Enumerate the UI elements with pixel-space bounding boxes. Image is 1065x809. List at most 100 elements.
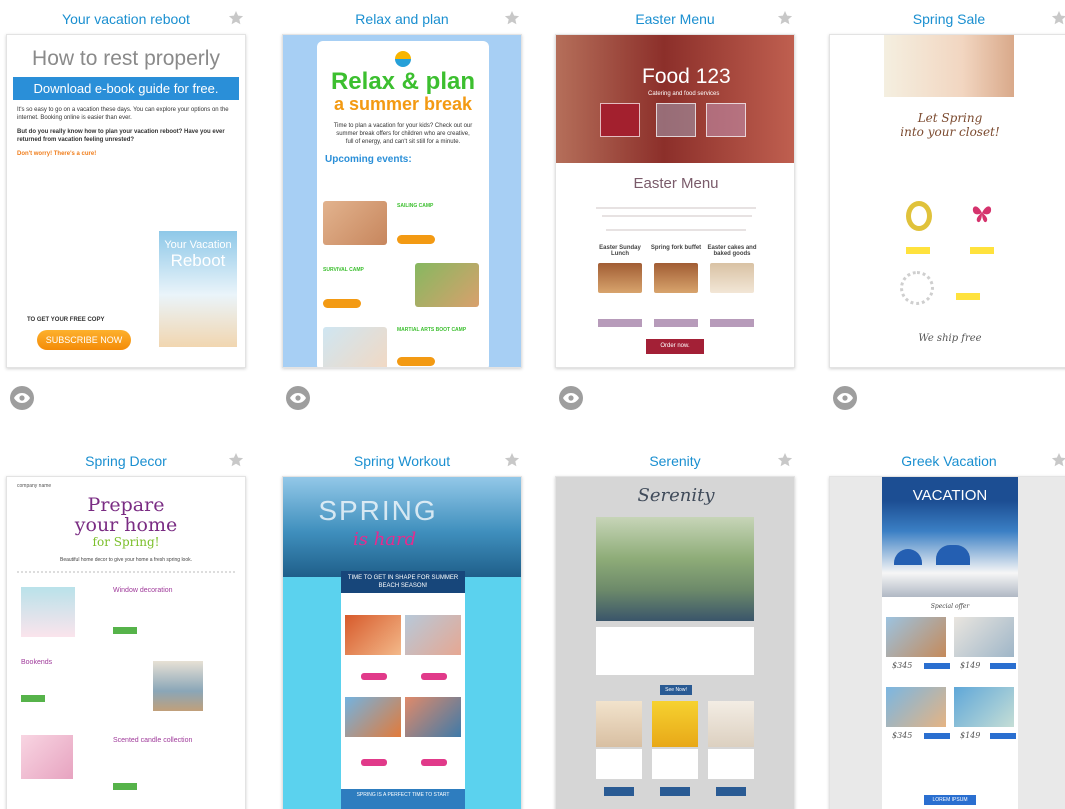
template-title[interactable]: Spring Decor: [6, 450, 246, 476]
template-title[interactable]: Your vacation reboot: [6, 8, 246, 34]
template-title[interactable]: Easter Menu: [555, 8, 795, 34]
thumb-photo: [954, 687, 1014, 727]
template-thumbnail[interactable]: SPRING is hard TIME TO GET IN SHAPE FOR …: [282, 476, 522, 809]
thumb-photo: [652, 701, 698, 747]
thumb-photo: [345, 697, 401, 737]
thumb-photo: [21, 587, 75, 637]
template-title[interactable]: Serenity: [555, 450, 795, 476]
star-icon[interactable]: [504, 10, 520, 26]
section-title: Bookends: [21, 659, 53, 666]
thumb-button: SUBSCRIBE NOW: [37, 330, 131, 350]
thumb-banner: TIME TO GET IN SHAPE FOR SUMMER BEACH SE…: [341, 571, 465, 593]
thumb-text: TO GET YOUR FREE COPY: [27, 317, 105, 323]
thumb-price: $149: [960, 731, 981, 740]
section-title: Scented candle collection: [113, 737, 193, 744]
thumb-product-ring: [906, 201, 932, 231]
template-thumbnail[interactable]: Serenity See Now!: [555, 476, 795, 809]
thumb-button: [421, 673, 447, 680]
eye-icon: [290, 393, 306, 403]
headline-line: into your closet!: [900, 125, 1000, 139]
preview-button[interactable]: [286, 386, 310, 410]
thumb-button: [604, 787, 634, 796]
thumb-subheading: Upcoming events:: [325, 154, 412, 165]
preview-button[interactable]: [833, 386, 857, 410]
thumb-hero-image: Food 123 Catering and food services: [556, 35, 794, 163]
thumb-text: MARTIAL ARTS BOOT CAMP: [397, 327, 477, 333]
thumb-photo: [153, 661, 203, 711]
thumb-tile: [706, 103, 746, 137]
thumb-subheadline: for Spring!: [92, 535, 160, 549]
thumb-button: [113, 783, 137, 790]
thumb-headline: Relax & plan: [330, 68, 476, 95]
thumb-price: $345: [892, 661, 913, 670]
thumb-button: [924, 663, 950, 669]
thumb-text: It's so easy to go on a vacation these d…: [17, 107, 229, 121]
preview-button[interactable]: [10, 386, 34, 410]
thumb-photo: [886, 687, 946, 727]
thumb-button: [956, 293, 980, 300]
eye-icon: [837, 393, 853, 403]
thumb-photo: [708, 701, 754, 747]
thumb-button: [990, 733, 1016, 739]
template-title[interactable]: Relax and plan: [282, 8, 522, 34]
thumb-photo: [21, 735, 73, 779]
thumb-headline: Prepare your home: [17, 495, 235, 535]
template-thumbnail[interactable]: VACATION Special offer $345 $149 $345 $1…: [829, 476, 1065, 809]
template-thumbnail[interactable]: Let Spring into your closet! We ship fre…: [829, 34, 1065, 368]
thumb-text: SAILING CAMP: [397, 203, 477, 209]
divider: [17, 571, 235, 573]
star-icon[interactable]: [1051, 452, 1065, 468]
template-title[interactable]: Spring Workout: [282, 450, 522, 476]
star-icon[interactable]: [1051, 10, 1065, 26]
thumb-text-line: [606, 229, 746, 231]
headline-line: Prepare: [87, 494, 165, 516]
template-thumbnail[interactable]: Food 123 Catering and food services East…: [555, 34, 795, 368]
thumb-product-butterfly: [972, 206, 992, 223]
template-title[interactable]: Spring Sale: [829, 8, 1065, 34]
thumb-headline: a summer break: [333, 94, 473, 114]
thumb-hero-image: SPRING is hard: [283, 477, 521, 577]
company-logo: [395, 51, 411, 67]
template-thumbnail[interactable]: Relax & plan a summer break Time to plan…: [282, 34, 522, 368]
thumb-headline: VACATION: [912, 487, 988, 504]
star-icon[interactable]: [777, 10, 793, 26]
thumb-button: LOREM IPSUM: [924, 795, 976, 805]
thumb-text-block: [596, 627, 754, 675]
thumb-photo: [323, 201, 387, 245]
thumb-price: $149: [960, 661, 981, 670]
star-icon[interactable]: [504, 452, 520, 468]
thumb-photo: [405, 615, 461, 655]
event-name: MARTIAL ARTS BOOT CAMP: [397, 327, 467, 333]
thumb-photo: [405, 697, 461, 737]
book-title: Reboot: [170, 251, 226, 270]
star-icon[interactable]: [228, 452, 244, 468]
thumb-button: [21, 695, 45, 702]
thumb-button: [421, 759, 447, 766]
template-thumbnail[interactable]: company name Prepare your home for Sprin…: [6, 476, 246, 809]
star-icon[interactable]: [777, 452, 793, 468]
thumb-headline: Let Spring into your closet!: [830, 111, 1065, 139]
preview-button[interactable]: [559, 386, 583, 410]
thumb-photo: [654, 263, 698, 293]
thumb-text: Catering and food services: [648, 91, 720, 97]
thumb-photo: [710, 263, 754, 293]
eye-icon: [563, 393, 579, 403]
star-icon[interactable]: [228, 10, 244, 26]
thumb-text-line: [596, 207, 756, 209]
headline-line: your home: [74, 514, 178, 536]
thumb-button: [906, 247, 930, 254]
thumb-product-bracelet: [900, 271, 934, 305]
thumb-text-block: [708, 749, 754, 779]
thumb-button: See Now!: [660, 685, 692, 695]
template-title[interactable]: Greek Vacation: [829, 450, 1065, 476]
thumb-footer: SPRING IS A PERFECT TIME TO START: [341, 789, 465, 809]
thumb-button: [970, 247, 994, 254]
menu-item-label: Easter Sunday Lunch: [599, 245, 641, 257]
thumb-button: [710, 319, 754, 327]
thumb-banner: Download e-book guide for free.: [13, 77, 239, 100]
thumb-photo: [598, 263, 642, 293]
thumb-email-body: Relax & plan a summer break Time to plan…: [317, 41, 489, 367]
template-thumbnail[interactable]: How to rest properly Download e-book gui…: [6, 34, 246, 368]
thumb-button: [397, 235, 435, 244]
thumb-text: But do you really know how to plan your …: [17, 129, 225, 143]
